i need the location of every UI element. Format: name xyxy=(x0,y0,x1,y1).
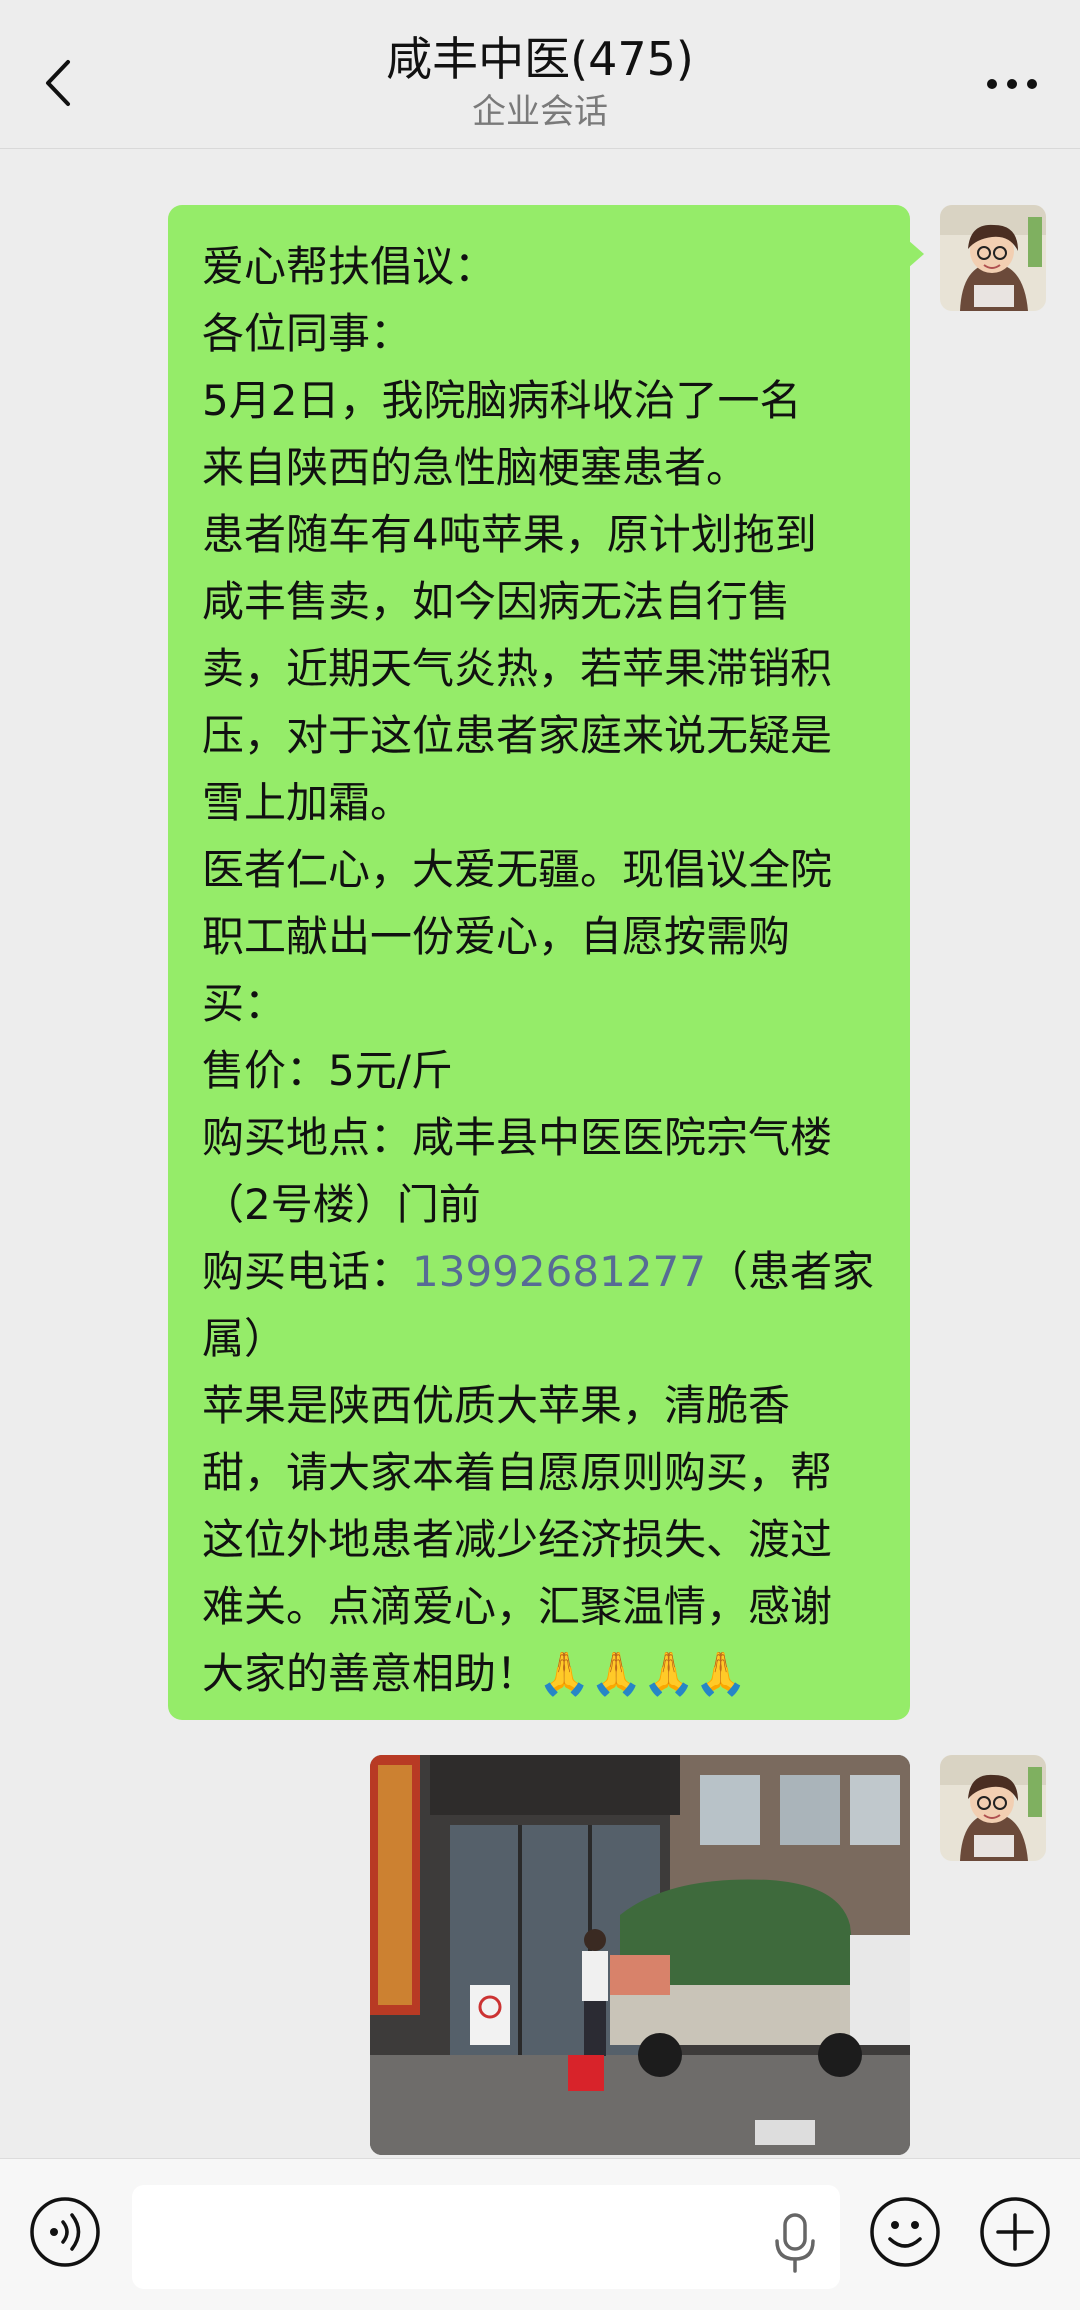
message-line: 职工献出一份爱心，自愿按需购 xyxy=(202,912,791,961)
input-bar xyxy=(0,2158,1080,2310)
message-line: 各位同事： xyxy=(202,309,413,358)
message-line: 患者随车有4吨苹果，原计划拖到 xyxy=(202,510,817,559)
more-dots-icon[interactable] xyxy=(984,66,1040,102)
message-line: 卖，近期天气炎热，若苹果滞销积 xyxy=(202,644,833,693)
message-line: 5月2日，我院脑病科收治了一名 xyxy=(202,376,802,425)
message-line: 爱心帮扶倡议： xyxy=(202,242,497,291)
bubble-tail xyxy=(908,240,924,268)
message-line-phone: 购买电话：13992681277（患者家 xyxy=(202,1238,876,1305)
photo-message[interactable] xyxy=(370,1755,910,2155)
message-line: 属） xyxy=(202,1314,287,1363)
message-line: （2号楼）门前 xyxy=(202,1180,481,1229)
chat-title: 咸丰中医(475) xyxy=(386,32,694,86)
chat-header: 咸丰中医(475) 企业会话 xyxy=(0,0,1080,149)
sender-avatar[interactable] xyxy=(940,205,1046,311)
message-line: 压，对于这位患者家庭来说无疑是 xyxy=(202,711,833,760)
message-input[interactable] xyxy=(132,2185,840,2289)
message-line: 难关。点滴爱心，汇聚温情，感谢 xyxy=(202,1582,833,1631)
message-line: 医者仁心，大爱无疆。现倡议全院 xyxy=(202,845,833,894)
message-line: 咸丰售卖，如今因病无法自行售 xyxy=(202,577,791,626)
message-line: 大家的善意相助！🙏🙏🙏🙏 xyxy=(202,1649,748,1698)
message-line: 甜，请大家本着自愿原则购买，帮 xyxy=(202,1448,833,1497)
message-line: 售价：5元/斤 xyxy=(202,1046,453,1095)
phone-note: （患者家 xyxy=(705,1247,874,1296)
plus-icon[interactable] xyxy=(978,2195,1052,2269)
voice-icon[interactable] xyxy=(28,2195,102,2269)
chat-subtitle: 企业会话 xyxy=(472,92,608,132)
microphone-icon[interactable] xyxy=(770,2211,820,2275)
message-line: 苹果是陕西优质大苹果，清脆香 xyxy=(202,1381,791,1430)
message-line: 来自陕西的急性脑梗塞患者。 xyxy=(202,443,749,492)
message-bubble[interactable]: 爱心帮扶倡议： 各位同事： 5月2日，我院脑病科收治了一名 来自陕西的急性脑梗塞… xyxy=(168,205,910,1720)
message-line: 购买地点：咸丰县中医医院宗气楼 xyxy=(202,1113,833,1162)
phone-link[interactable]: 13992681277 xyxy=(412,1247,706,1296)
message-line: 这位外地患者减少经济损失、渡过 xyxy=(202,1515,833,1564)
sender-avatar[interactable] xyxy=(940,1755,1046,1861)
phone-label: 购买电话： xyxy=(202,1247,413,1296)
message-line: 雪上加霜。 xyxy=(202,778,413,827)
message-line: 买： xyxy=(202,979,287,1028)
emoji-icon[interactable] xyxy=(868,2195,942,2269)
